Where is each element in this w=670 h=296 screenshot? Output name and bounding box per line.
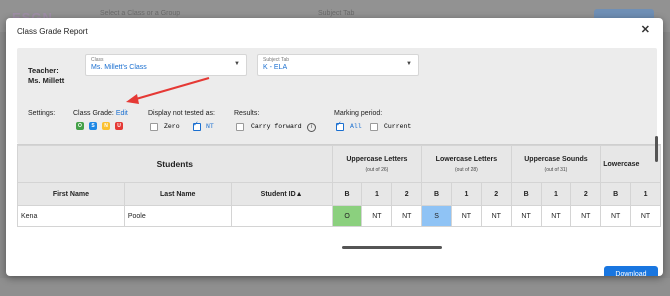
background-subject-label: Subject Tab (318, 10, 355, 17)
student-id-cell (230, 205, 333, 227)
grade-cell[interactable]: O (331, 205, 363, 227)
grade-cell[interactable]: S (421, 205, 452, 227)
background-footer (0, 278, 670, 296)
sub-column-header: B (510, 182, 542, 206)
group-subtitle: (out of 28) (455, 166, 478, 173)
group-header-lowercase: Lowercase (600, 145, 661, 183)
group-subtitle: (out of 26) (365, 166, 389, 173)
sub-column-header: 1 (630, 182, 661, 206)
group-subtitle: (out of 31) (544, 166, 568, 173)
sub-column-header: 2 (391, 182, 423, 206)
horizontal-scrollbar[interactable] (342, 246, 442, 249)
grade-cell[interactable]: NT (630, 205, 661, 227)
student-id-label: Student ID (260, 190, 296, 198)
column-header-student-id[interactable]: Student ID▲ (230, 182, 333, 206)
sub-column-header: 2 (480, 182, 512, 206)
grade-cell[interactable]: NT (361, 205, 393, 227)
sub-column-header: B (331, 182, 363, 206)
column-header-last-name[interactable]: Last Name (123, 182, 232, 206)
table-row: Kena Poole O NT NT S NT NT NT NT NT NT N… (17, 205, 661, 227)
group-title: Lowercase Letters (435, 155, 498, 163)
sort-asc-icon: ▲ (295, 190, 303, 198)
first-name-cell: Kena (17, 205, 125, 227)
sub-column-header: B (421, 182, 452, 206)
group-title: Uppercase Sounds (524, 155, 588, 163)
grade-cell[interactable]: NT (540, 205, 572, 227)
grade-table: Students Uppercase Letters (out of 26) L… (17, 145, 661, 227)
grade-cell[interactable]: NT (480, 205, 512, 227)
group-title: Lowercase (603, 160, 640, 168)
sub-column-header: 1 (540, 182, 572, 206)
group-title: Uppercase Letters (346, 155, 408, 163)
students-header: Students (17, 145, 333, 183)
grade-cell[interactable]: NT (510, 205, 542, 227)
class-grade-report-modal: Class Grade Report ✕ Teacher: Ms. Millet… (6, 18, 663, 276)
group-header-uppercase-sounds: Uppercase Sounds (out of 31) (510, 145, 602, 183)
vertical-scrollbar[interactable] (655, 136, 658, 162)
column-header-first-name[interactable]: First Name (17, 182, 125, 206)
sub-column-header: 1 (450, 182, 482, 206)
download-button[interactable]: Download (604, 266, 658, 276)
sub-column-header: B (600, 182, 632, 206)
group-header-lowercase-letters: Lowercase Letters (out of 28) (421, 145, 512, 183)
grade-cell[interactable]: NT (570, 205, 602, 227)
sub-column-header: 2 (570, 182, 602, 206)
grade-table-container: Students Uppercase Letters (out of 26) L… (17, 144, 661, 249)
grade-cell[interactable]: NT (391, 205, 423, 227)
grade-cell[interactable]: NT (450, 205, 482, 227)
grade-cell[interactable]: NT (600, 205, 632, 227)
sub-column-header: 1 (361, 182, 393, 206)
last-name-cell: Poole (123, 205, 232, 227)
background-select-prompt: Select a Class or a Group (100, 10, 181, 17)
group-header-uppercase-letters: Uppercase Letters (out of 26) (331, 145, 423, 183)
